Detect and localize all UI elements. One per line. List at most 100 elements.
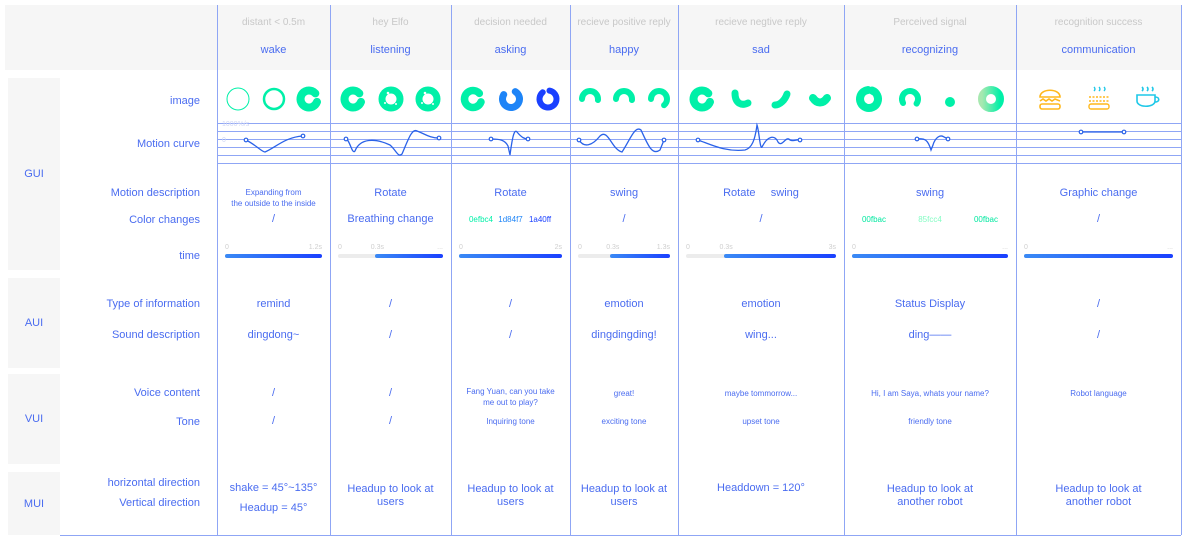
time-tick: 0 — [578, 244, 582, 251]
curve-endpoint — [695, 137, 701, 143]
tone: friendly tone — [908, 417, 952, 426]
bean-flat-icon — [805, 84, 835, 119]
time-tick: 0 — [852, 244, 856, 251]
voice-content: / — [271, 387, 276, 399]
tone: / — [271, 415, 276, 427]
arch-icon — [575, 84, 605, 119]
curve-endpoint — [300, 133, 306, 139]
time-tick: 1.2s — [308, 244, 322, 251]
sound-description: / — [1096, 329, 1101, 341]
voice-content: maybe tommorrow... — [724, 389, 798, 398]
tone: exciting tone — [601, 417, 647, 426]
sound-description: wing... — [745, 329, 777, 341]
textured-donut-icon — [376, 84, 406, 119]
voice-content: Fang Yuan, can you take me out to play? — [466, 387, 555, 407]
motion-description: Rotate — [374, 187, 407, 199]
motion-curves — [243, 122, 1127, 156]
column-divider — [330, 5, 331, 535]
column-divider — [844, 5, 845, 535]
time-tick: 0 — [1024, 244, 1028, 251]
time-bar-fill — [1024, 254, 1173, 258]
burger-icon — [1035, 84, 1065, 119]
color-code: 00fbac — [973, 215, 999, 224]
image-strip — [1016, 84, 1181, 119]
column-divider — [217, 5, 218, 535]
time-tick: 0.3s — [370, 244, 384, 251]
trigger-label: distant < 0.5m — [241, 17, 306, 28]
curve-endpoint — [797, 137, 803, 143]
sound-description: ding—— — [908, 329, 952, 341]
type-of-information: emotion — [741, 298, 781, 310]
trigger-label: Perceived signal — [893, 17, 967, 28]
thin-ring-icon — [223, 84, 253, 119]
swirl-blue-icon — [496, 84, 526, 119]
time-bar — [338, 254, 443, 258]
curve-endpoint — [1078, 129, 1084, 135]
curve-endpoint — [1121, 129, 1127, 135]
color-code: 1a40ff — [528, 215, 552, 224]
image-strip — [330, 86, 451, 116]
column-divider — [1181, 5, 1182, 535]
type-of-information: / — [1096, 298, 1101, 310]
motion-curve-wake — [245, 135, 304, 153]
mui-description: shake = 45°~135° Headup = 45° — [229, 482, 318, 514]
motion-description: swing — [609, 187, 639, 199]
time-tick: 0 — [686, 244, 690, 251]
type-of-information: / — [508, 298, 513, 310]
motion-description: swing — [915, 187, 945, 199]
motion-description: Graphic change — [1059, 187, 1138, 199]
motion-curve-listening — [345, 129, 440, 156]
time-tick: 0 — [459, 244, 463, 251]
time-bar-fill — [459, 254, 562, 258]
motion-curve-happy — [578, 128, 665, 153]
curve-endpoint — [914, 136, 920, 142]
voice-content: great! — [613, 389, 635, 398]
trigger-label: hey Elfo — [372, 17, 409, 28]
column-divider — [570, 5, 571, 535]
column-divider — [451, 5, 452, 535]
image-strip — [678, 86, 844, 116]
type-of-information: / — [388, 298, 393, 310]
time-tick: 1.3s — [656, 244, 670, 251]
voice-content: Robot language — [1070, 389, 1127, 398]
time-bar-fill — [374, 254, 443, 258]
time-bar — [852, 254, 1008, 258]
arch-icon — [609, 84, 639, 119]
color-change: / — [271, 213, 276, 225]
sound-description: / — [508, 329, 513, 341]
state-title: asking — [494, 44, 527, 56]
column-divider — [678, 5, 679, 535]
sound-description: dingdingding! — [591, 329, 657, 341]
curve-endpoint — [661, 137, 667, 143]
image-strip — [844, 84, 1016, 119]
trigger-label: recieve negtive reply — [715, 17, 807, 28]
image-strip — [570, 86, 678, 116]
curve-endpoint — [488, 136, 494, 142]
type-of-information: Status Display — [894, 298, 966, 310]
mui-description: Headup to look at another robot — [886, 483, 974, 508]
time-bar — [686, 254, 836, 258]
trigger-label: decision needed — [474, 17, 547, 28]
color-code: 00fbac — [861, 215, 887, 224]
time-tick: 0 — [338, 244, 342, 251]
motion-description: Expanding from the outside to the inside — [231, 188, 316, 208]
motion-description: Rotate swing — [723, 187, 799, 199]
state-title: listening — [370, 44, 411, 56]
dot-icon — [935, 84, 965, 119]
coffee-cup-icon — [1132, 84, 1162, 119]
column-divider — [1016, 5, 1017, 535]
c-donut-icon — [294, 84, 324, 119]
ring-icon — [259, 84, 289, 119]
time-bar-fill — [852, 254, 1008, 258]
color-change: / — [622, 213, 626, 225]
time-tick: 2s — [554, 244, 562, 251]
image-strip — [451, 86, 570, 116]
type-of-information: emotion — [604, 298, 644, 310]
c-donut-icon — [687, 84, 717, 119]
type-of-information: remind — [256, 298, 291, 310]
voice-content: / — [388, 387, 393, 399]
time-bar-fill — [225, 254, 322, 258]
c-donut-icon — [338, 84, 368, 119]
tone: upset tone — [742, 417, 780, 426]
time-bar — [459, 254, 562, 258]
